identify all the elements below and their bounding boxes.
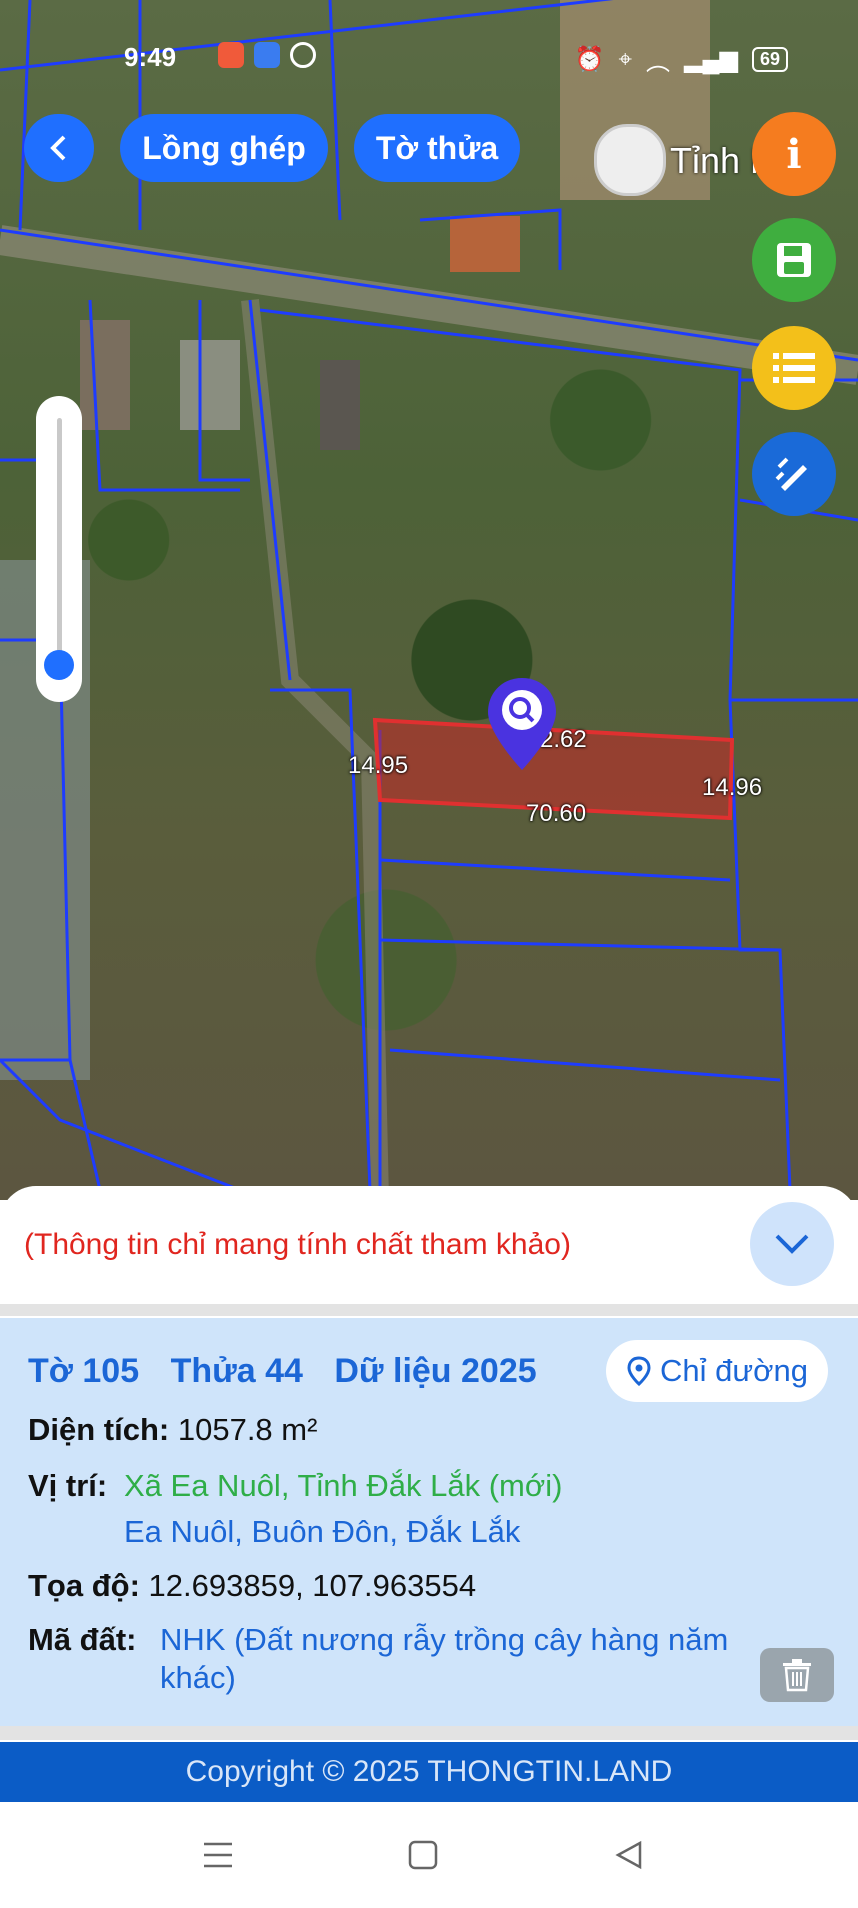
delete-button[interactable] (760, 1648, 834, 1702)
save-icon (777, 243, 811, 277)
location-icon: ⌖ (618, 45, 633, 73)
parcel-marker-icon[interactable] (486, 676, 558, 772)
divider (0, 1726, 858, 1740)
back-icon (50, 135, 66, 161)
notification-icons (218, 42, 316, 68)
app-notification-icon (254, 42, 280, 68)
zoom-slider[interactable] (36, 396, 82, 702)
land-code-line2: khác) (160, 1660, 236, 1695)
layer-button[interactable]: Lồng ghép (120, 114, 328, 182)
home-icon[interactable] (408, 1840, 438, 1870)
status-bar: 9:49 ⏰ ⌖ ︵ ▂▄▆ 69 (0, 38, 858, 78)
area-value: 1057.8 m² (177, 1412, 318, 1447)
dimension-bottom: 70.60 (526, 800, 587, 827)
data-year: Dữ liệu 2025 (334, 1352, 537, 1390)
sync-icon (290, 42, 316, 68)
coords-value: 12.693859, 107.963554 (148, 1568, 477, 1603)
coords-row: Tọa độ: 12.693859, 107.963554 (28, 1568, 476, 1604)
menu-icon[interactable] (202, 1840, 234, 1870)
wifi-icon: ︵ (646, 49, 671, 76)
battery-indicator: 69 (751, 47, 788, 72)
dimension-left: 14.95 (348, 752, 409, 779)
back-button[interactable] (24, 114, 94, 182)
system-icons: ⏰ ⌖ ︵ ▂▄▆ 69 (575, 42, 788, 77)
sheet-number: Tờ 105 (28, 1352, 140, 1390)
sheet-button[interactable]: Tờ thửa (354, 114, 520, 182)
location-new: Xã Ea Nuôl, Tỉnh Đắk Lắk (mới) (124, 1468, 563, 1503)
directions-label: Chỉ đường (660, 1353, 808, 1388)
chevron-down-icon (775, 1234, 809, 1254)
location-label: Vị trí: (28, 1468, 108, 1503)
status-time: 9:49 (124, 42, 177, 72)
parcel-heading: Tờ 105 Thửa 44 Dữ liệu 2025 (28, 1352, 559, 1391)
land-code-line1: NHK (Đất nương rẫy trồng cây hàng năm (160, 1622, 729, 1657)
plot-number: Thửa 44 (170, 1352, 303, 1390)
alarm-icon: ⏰ (574, 46, 605, 73)
info-button[interactable]: i (752, 112, 836, 196)
signal-icon: ▂▄▆ (684, 46, 738, 73)
location-pin-icon (627, 1356, 651, 1386)
draw-icon (775, 457, 807, 491)
copyright-footer: Copyright © 2025 THONGTIN.LAND (0, 1742, 858, 1802)
dimension-right: 14.96 (702, 774, 763, 801)
back-nav-icon[interactable] (614, 1840, 644, 1870)
collapse-button[interactable] (750, 1202, 834, 1286)
disclaimer-text: (Thông tin chỉ mang tính chất tham khảo) (24, 1228, 571, 1261)
land-code-label: Mã đất: (28, 1622, 137, 1657)
area-label: Diện tích: (28, 1412, 170, 1447)
zoom-track[interactable] (57, 418, 62, 658)
divider (0, 1304, 858, 1316)
province-marker-icon[interactable] (594, 124, 666, 196)
draw-button[interactable] (752, 432, 836, 516)
location-old: Ea Nuôl, Buôn Đôn, Đắk Lắk (124, 1514, 521, 1549)
zoom-handle[interactable] (44, 650, 74, 680)
info-icon: i (786, 130, 802, 178)
list-button[interactable] (752, 326, 836, 410)
list-icon (773, 353, 815, 383)
save-button[interactable] (752, 218, 836, 302)
trash-icon (783, 1659, 811, 1692)
system-navigation-bar (0, 1802, 858, 1908)
area-row: Diện tích: 1057.8 m² (28, 1412, 317, 1448)
coords-label: Tọa độ: (28, 1568, 140, 1603)
directions-button[interactable]: Chỉ đường (606, 1340, 828, 1402)
app-notification-icon (218, 42, 244, 68)
